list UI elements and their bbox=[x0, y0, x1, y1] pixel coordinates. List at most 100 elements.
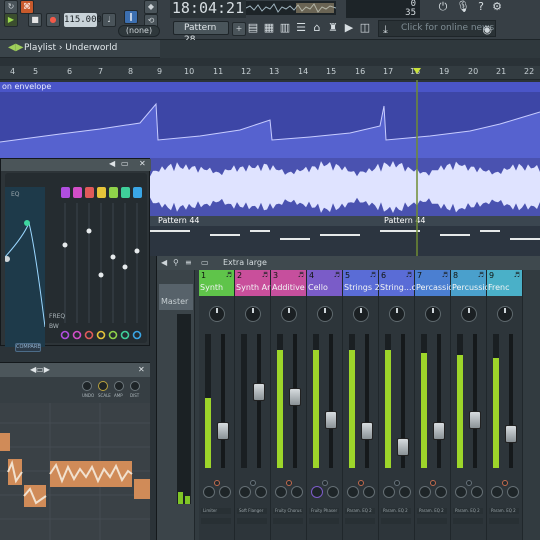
effect-slot[interactable]: Fruity Phaser bbox=[309, 508, 339, 514]
online-news-button[interactable]: ⤓ Click for online news ◉ bbox=[378, 20, 496, 37]
effect-slot-empty[interactable] bbox=[345, 518, 375, 524]
editor-note-grid[interactable] bbox=[0, 403, 150, 540]
fader-track[interactable] bbox=[257, 334, 261, 468]
effect-slot-empty[interactable] bbox=[489, 518, 519, 524]
pan-knob[interactable] bbox=[352, 306, 369, 322]
effect-slot-empty[interactable] bbox=[201, 518, 231, 524]
send-indicator[interactable] bbox=[322, 480, 328, 486]
fader-track[interactable] bbox=[329, 334, 333, 468]
route-knob[interactable] bbox=[471, 486, 483, 498]
pan-knob[interactable] bbox=[208, 306, 225, 322]
route-select[interactable]: (none) bbox=[118, 25, 160, 37]
mixer-strip-5[interactable]: 5 ♬ Strings 2 Param. EQ 2 bbox=[343, 270, 379, 540]
fader-cap[interactable] bbox=[397, 438, 409, 456]
time-display[interactable]: 18:04:21 bbox=[170, 0, 246, 18]
send-indicator[interactable] bbox=[286, 480, 292, 486]
help-icon[interactable]: ? bbox=[474, 0, 488, 14]
editor-titlebar[interactable]: ◀▭▶ ✕ bbox=[0, 363, 150, 377]
compare-button[interactable]: COMPARE bbox=[15, 343, 41, 352]
fader-cap[interactable] bbox=[505, 425, 517, 443]
automation-clip[interactable] bbox=[0, 82, 540, 158]
pattern-select[interactable]: Pattern 28 bbox=[173, 21, 229, 45]
route-knob[interactable] bbox=[275, 486, 287, 498]
editor-knob[interactable] bbox=[82, 381, 92, 391]
pattern-song-toggle[interactable]: ↻ bbox=[4, 0, 18, 14]
piano-roll-icon[interactable]: ▦ bbox=[262, 21, 276, 35]
pan-knob[interactable] bbox=[388, 306, 405, 322]
editor-knob[interactable] bbox=[130, 381, 140, 391]
send-indicator[interactable] bbox=[250, 480, 256, 486]
blend-icon[interactable]: ◆ bbox=[144, 0, 158, 14]
fader-cap[interactable] bbox=[217, 422, 229, 440]
fader-track[interactable] bbox=[473, 334, 477, 468]
pan-knob[interactable] bbox=[460, 306, 477, 322]
plugin-detach-icon[interactable]: ▭ bbox=[121, 159, 129, 168]
playhead-marker[interactable] bbox=[413, 68, 421, 74]
effect-slot[interactable]: Param. EQ 2 bbox=[417, 508, 447, 514]
effect-slot-empty[interactable] bbox=[273, 518, 303, 524]
effect-slot[interactable]: Soft Flanger bbox=[237, 508, 267, 514]
route-knob[interactable] bbox=[311, 486, 323, 498]
pan-knob[interactable] bbox=[496, 306, 513, 322]
playlist-icon[interactable]: ▤ bbox=[246, 21, 260, 35]
route-knob[interactable] bbox=[399, 486, 411, 498]
mixer-layout-icon[interactable]: ⚲ bbox=[173, 258, 179, 267]
mixer-menu-icon[interactable]: ◀ bbox=[161, 258, 167, 267]
route-knob[interactable] bbox=[507, 486, 519, 498]
stop-button[interactable]: ■ bbox=[28, 13, 42, 27]
effect-slot[interactable]: Fruity Chorus bbox=[273, 508, 303, 514]
mixer-strip-3[interactable]: 3 ♬ Additive Fruity Chorus bbox=[271, 270, 307, 540]
options-icon[interactable]: ⚙ bbox=[490, 0, 504, 14]
panic-icon[interactable]: ⏻ bbox=[436, 0, 450, 14]
route-knob[interactable] bbox=[219, 486, 231, 498]
fader-track[interactable] bbox=[509, 334, 513, 468]
fader-cap[interactable] bbox=[325, 411, 337, 429]
effect-slot[interactable]: Param. EQ 2 bbox=[453, 508, 483, 514]
route-knob[interactable] bbox=[327, 486, 339, 498]
add-pattern-button[interactable]: + bbox=[232, 22, 246, 36]
snap-icon[interactable]: ∥ bbox=[124, 10, 138, 24]
plugin-picker-icon[interactable]: ◫ bbox=[358, 21, 372, 35]
effect-slot-empty[interactable] bbox=[237, 518, 267, 524]
send-indicator[interactable] bbox=[214, 480, 220, 486]
pan-knob[interactable] bbox=[244, 306, 261, 322]
route-knob[interactable] bbox=[255, 486, 267, 498]
plugin-icon[interactable]: ♜ bbox=[326, 21, 340, 35]
mixer-strip-4[interactable]: 4 ♬ Cello Fruity Phaser bbox=[307, 270, 343, 540]
fader-cap[interactable] bbox=[433, 422, 445, 440]
fader-cap[interactable] bbox=[253, 383, 265, 401]
mixer-icon[interactable]: ☰ bbox=[294, 21, 308, 35]
plugin-menu-icon[interactable]: ◀ bbox=[109, 159, 115, 168]
pan-knob[interactable] bbox=[424, 306, 441, 322]
eq-titlebar[interactable]: ◀ ▭ ✕ bbox=[1, 159, 151, 171]
close-icon[interactable]: ✕ bbox=[139, 159, 146, 168]
route-knob[interactable] bbox=[383, 486, 395, 498]
browser-icon[interactable]: ⌂ bbox=[310, 21, 324, 35]
mixer-strip-9[interactable]: 9 ♬ Frenc Param. EQ 2 bbox=[487, 270, 523, 540]
route-knob[interactable] bbox=[203, 486, 215, 498]
effect-slot[interactable]: Param. EQ 2 bbox=[489, 508, 519, 514]
route-knob[interactable] bbox=[239, 486, 251, 498]
video-icon[interactable]: ▶ bbox=[342, 21, 356, 35]
mixer-strip-7[interactable]: 7 ♬ Percassion Param. EQ 2 bbox=[415, 270, 451, 540]
effect-slot-empty[interactable] bbox=[453, 518, 483, 524]
editor-menu-icon[interactable]: ◀▭▶ bbox=[30, 365, 50, 374]
eq-sliders[interactable] bbox=[5, 173, 147, 343]
effect-slot[interactable]: Param. EQ 2 bbox=[345, 508, 375, 514]
stop-icon-top[interactable]: ⌘ bbox=[20, 0, 34, 14]
mixer-master-strip[interactable]: M Master bbox=[157, 270, 208, 540]
metronome-icon[interactable]: ♩ bbox=[102, 13, 116, 27]
record-button[interactable]: ● bbox=[46, 13, 60, 27]
effect-slot-empty[interactable] bbox=[417, 518, 447, 524]
route-knob[interactable] bbox=[491, 486, 503, 498]
effect-slot-empty[interactable] bbox=[381, 518, 411, 524]
fader-track[interactable] bbox=[437, 334, 441, 468]
editor-close-icon[interactable]: ✕ bbox=[138, 365, 145, 374]
send-indicator[interactable] bbox=[394, 480, 400, 486]
audio-clip[interactable] bbox=[150, 158, 540, 216]
playlist-scrollbar[interactable] bbox=[0, 58, 540, 66]
effect-slot-empty[interactable] bbox=[309, 518, 339, 524]
mixer-strip-6[interactable]: 6 ♬ String...ction Param. EQ 2 bbox=[379, 270, 415, 540]
play-button[interactable]: ▶ bbox=[4, 13, 18, 27]
microphone-icon[interactable]: 🎙 bbox=[456, 0, 470, 14]
